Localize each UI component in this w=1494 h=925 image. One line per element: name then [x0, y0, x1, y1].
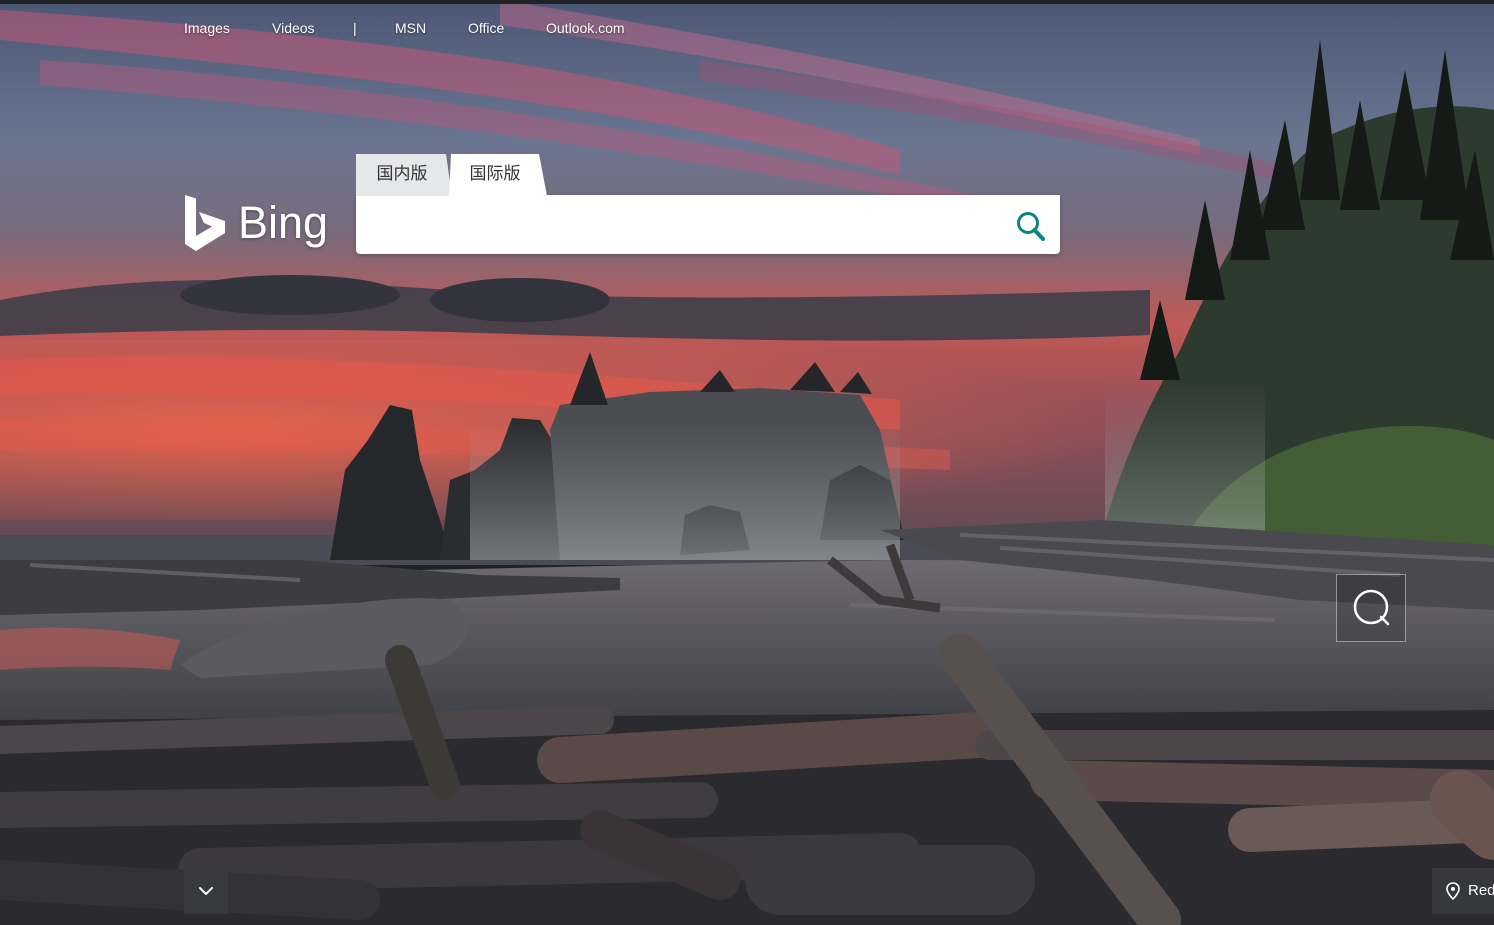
nav-msn[interactable]: MSN: [395, 18, 426, 38]
tab-domestic[interactable]: 国内版: [356, 154, 452, 196]
search-box: [356, 195, 1060, 254]
bing-logo-icon: [185, 195, 225, 251]
nav-separator: |: [353, 20, 357, 36]
location-chip[interactable]: Red: [1432, 868, 1494, 914]
tab-international[interactable]: 国际版: [449, 154, 547, 196]
image-search-hotspot[interactable]: [1336, 574, 1406, 642]
search-icon: [1017, 212, 1045, 241]
chevron-down-icon: [199, 887, 213, 895]
nav-videos[interactable]: Videos: [272, 18, 315, 38]
nav-images[interactable]: Images: [184, 18, 230, 38]
nav-outlook[interactable]: Outlook.com: [546, 18, 625, 38]
location-label: Red: [1468, 882, 1494, 899]
bing-logo-text: Bing: [238, 197, 329, 248]
map-pin-icon: [1446, 882, 1460, 900]
tab-international-label: 国际版: [469, 164, 521, 184]
window-top-strip: [0, 0, 1494, 4]
search-button[interactable]: [1006, 204, 1054, 248]
search-icon: [1353, 589, 1390, 626]
bing-logo[interactable]: Bing: [184, 193, 330, 253]
search-input[interactable]: [372, 207, 1002, 241]
scroll-down-button[interactable]: [184, 868, 228, 914]
nav-office[interactable]: Office: [468, 18, 504, 38]
tab-domestic-label: 国内版: [376, 164, 428, 184]
background-photo: [0, 0, 1494, 925]
